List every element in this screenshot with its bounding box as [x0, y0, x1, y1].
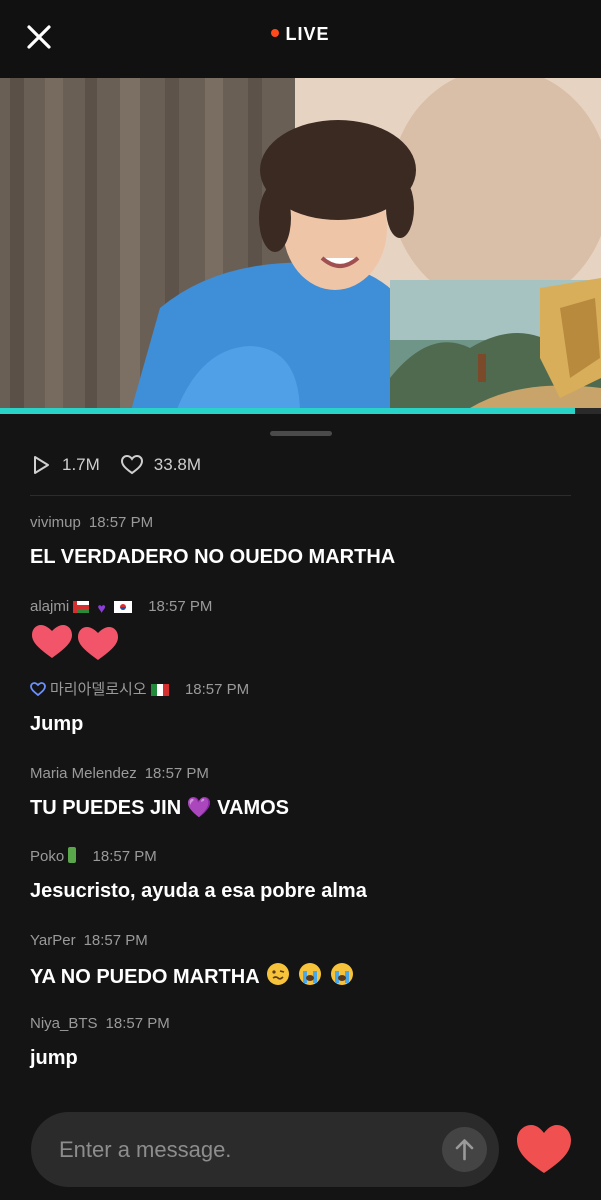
chat-message: alajmi ♥ 18:57 PM	[30, 596, 571, 680]
chat-hearts-message	[30, 618, 571, 660]
chat-message: Niya_BTS 18:57 PM jump	[30, 1013, 571, 1097]
chat-timestamp: 18:57 PM	[144, 764, 209, 782]
chat-text: EL VERDADERO NO OUEDO MARTHA	[30, 546, 396, 568]
video-frame	[0, 78, 601, 414]
chat-timestamp: 18:57 PM	[88, 514, 154, 531]
purple-heart-icon: ♥	[97, 599, 106, 616]
chat-timestamp: 18:57 PM	[83, 931, 148, 949]
heart-icon	[517, 1125, 571, 1173]
chat-message: YarPer 18:57 PM YA NO PUEDO MARTHA	[30, 930, 571, 1014]
live-indicator: LIVE	[0, 24, 601, 45]
chat-meta: Maria Melendez 18:57 PM	[30, 763, 571, 785]
chat-meta: YarPer 18:57 PM	[30, 930, 571, 952]
chat-username: 마리아델로시오	[50, 681, 147, 698]
heart-outline-icon	[120, 454, 143, 475]
chat-timestamp: 18:57 PM	[184, 681, 250, 698]
bottle-icon	[68, 847, 77, 863]
stats-row: 1.7M 33.8M	[30, 450, 221, 480]
chat-username: vivimup	[30, 514, 81, 531]
chat-meta: alajmi ♥ 18:57 PM	[30, 596, 571, 618]
woozy-face-icon	[267, 962, 290, 985]
hearts-icon	[32, 624, 118, 660]
chat-username: alajmi	[30, 597, 70, 615]
crying-face-icon	[299, 962, 322, 985]
likes-stat: 33.8M	[120, 454, 201, 476]
flag-korea-icon	[114, 600, 133, 613]
chat-timestamp: 18:57 PM	[92, 848, 157, 865]
chat-message: Maria Melendez 18:57 PM TU PUEDES JIN 💜 V…	[30, 763, 571, 847]
chat-timestamp: 18:57 PM	[148, 597, 213, 615]
message-input[interactable]	[59, 1134, 429, 1166]
verified-badge-icon	[30, 682, 46, 696]
chat-message-row: YA NO PUEDO MARTHA	[30, 962, 571, 990]
chat-username: Niya_BTS	[30, 1015, 98, 1032]
flag-mexico-icon	[150, 684, 169, 696]
flag-oman-icon	[73, 600, 90, 613]
chat-text: YA NO PUEDO MARTHA	[30, 965, 259, 988]
play-icon	[34, 456, 49, 474]
plays-stat: 1.7M	[30, 454, 100, 476]
arrow-up-icon	[455, 1139, 474, 1161]
like-button[interactable]	[514, 1121, 574, 1177]
message-composer	[31, 1112, 499, 1187]
chat-meta: Poko 18:57 PM	[30, 846, 571, 868]
top-bar: LIVE	[0, 0, 601, 78]
chat-list[interactable]: vivimup 18:57 PM EL VERDADERO NO OUEDO MA…	[30, 512, 571, 1097]
video-progress-bar[interactable]	[0, 408, 601, 414]
chat-text: Jesucristo, ayuda a esa pobre alma	[30, 880, 367, 902]
live-label: LIVE	[285, 24, 330, 44]
live-dot-icon	[271, 29, 280, 37]
chat-message: 마리아델로시오 18:57 PM Jump	[30, 679, 571, 763]
divider	[30, 495, 571, 496]
chat-username: Poko	[30, 848, 65, 865]
chat-username: Maria Melendez	[30, 764, 137, 782]
chat-meta: vivimup 18:57 PM	[30, 512, 571, 534]
chat-username: YarPer	[30, 931, 76, 949]
chat-text: Jump	[30, 713, 84, 735]
crying-face-icon	[330, 962, 353, 985]
chat-text: jump	[30, 1047, 78, 1069]
video-progress-fill	[0, 408, 576, 414]
drag-handle[interactable]	[270, 431, 332, 436]
send-button[interactable]	[442, 1127, 487, 1172]
chat-meta: Niya_BTS 18:57 PM	[30, 1013, 571, 1035]
chat-meta: 마리아델로시오 18:57 PM	[30, 679, 571, 701]
likes-count: 33.8M	[153, 455, 202, 474]
chat-text: TU PUEDES JIN 💜 VAMOS	[30, 796, 290, 819]
chat-message: vivimup 18:57 PM EL VERDADERO NO OUEDO MA…	[30, 512, 571, 596]
plays-count: 1.7M	[62, 455, 100, 474]
chat-timestamp: 18:57 PM	[105, 1015, 170, 1032]
live-video-player[interactable]	[0, 78, 601, 414]
chat-message: Poko 18:57 PM Jesucristo, ayuda a esa po…	[30, 846, 571, 930]
